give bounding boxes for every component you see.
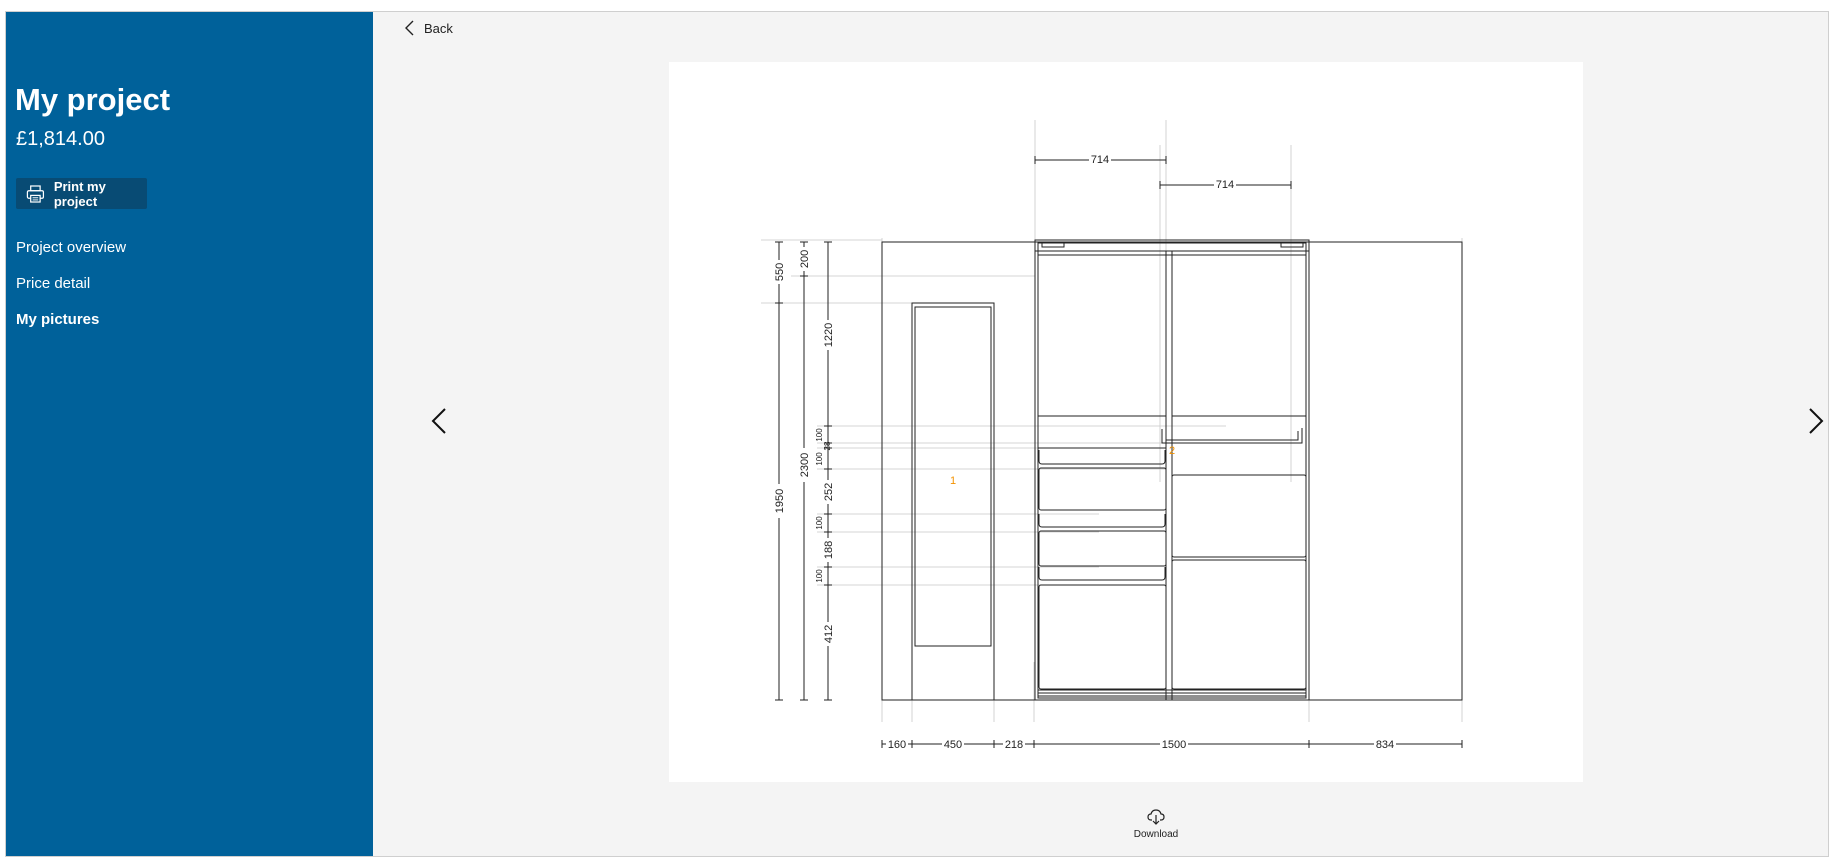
nav-project-overview[interactable]: Project overview xyxy=(16,239,126,257)
back-link[interactable]: Back xyxy=(405,20,453,36)
dimension-label: 160 xyxy=(888,739,906,751)
printer-icon xyxy=(26,184,45,203)
dimension-label: 450 xyxy=(944,739,962,751)
chevron-left-icon xyxy=(405,20,414,36)
dimension-label: 200 xyxy=(799,250,811,268)
project-price: £1,814.00 xyxy=(16,128,105,150)
dimension-label: 412 xyxy=(823,625,835,643)
picture-card: 714 714 160 450 218 1500 834 550 1950 20… xyxy=(669,62,1583,782)
chevron-left-icon xyxy=(431,408,446,434)
dimension-label: 100 xyxy=(815,428,824,442)
project-title: My project xyxy=(15,82,171,117)
dimension-label: 714 xyxy=(1216,179,1234,191)
print-button-label: Print my project xyxy=(53,178,106,209)
dimension-label: 1220 xyxy=(823,323,835,347)
dimension-label: 100 xyxy=(815,569,824,583)
nav-my-pictures[interactable]: My pictures xyxy=(16,311,99,329)
app-window: My project £1,814.00 Print my project Pr… xyxy=(5,11,1829,857)
dimension-label: 714 xyxy=(1091,154,1109,166)
previous-picture-button[interactable] xyxy=(431,407,447,440)
item-marker-1: 1 xyxy=(950,475,956,487)
cloud-download-icon xyxy=(1147,809,1165,825)
chevron-right-icon xyxy=(1809,408,1824,434)
dimension-label: 1950 xyxy=(774,489,786,513)
dimension-label: 188 xyxy=(823,541,835,559)
wardrobe-elevation-drawing: 714 714 160 450 218 1500 834 550 1950 20… xyxy=(761,120,1463,751)
print-project-button[interactable]: Print my project xyxy=(16,178,147,209)
dimension-label: 1500 xyxy=(1162,739,1186,751)
download-label: Download xyxy=(1133,829,1179,840)
dimension-label: 28 xyxy=(823,441,832,450)
dimension-label: 252 xyxy=(823,483,835,501)
dimension-label: 100 xyxy=(815,452,824,466)
main-content: Back 714 714 160 450 218 1500 834 550 19… xyxy=(373,12,1828,856)
back-label: Back xyxy=(424,20,453,36)
next-picture-button[interactable] xyxy=(1808,407,1824,440)
dimension-label: 834 xyxy=(1376,739,1394,751)
nav-price-detail[interactable]: Price detail xyxy=(16,275,90,293)
dimension-label: 218 xyxy=(1005,739,1023,751)
dimension-label: 550 xyxy=(774,263,786,281)
dimension-label: 100 xyxy=(815,516,824,530)
item-marker-2: 2 xyxy=(1169,445,1175,457)
dimension-label: 2300 xyxy=(799,453,811,477)
sidebar: My project £1,814.00 Print my project Pr… xyxy=(6,12,373,856)
download-button[interactable]: Download xyxy=(1106,809,1206,840)
